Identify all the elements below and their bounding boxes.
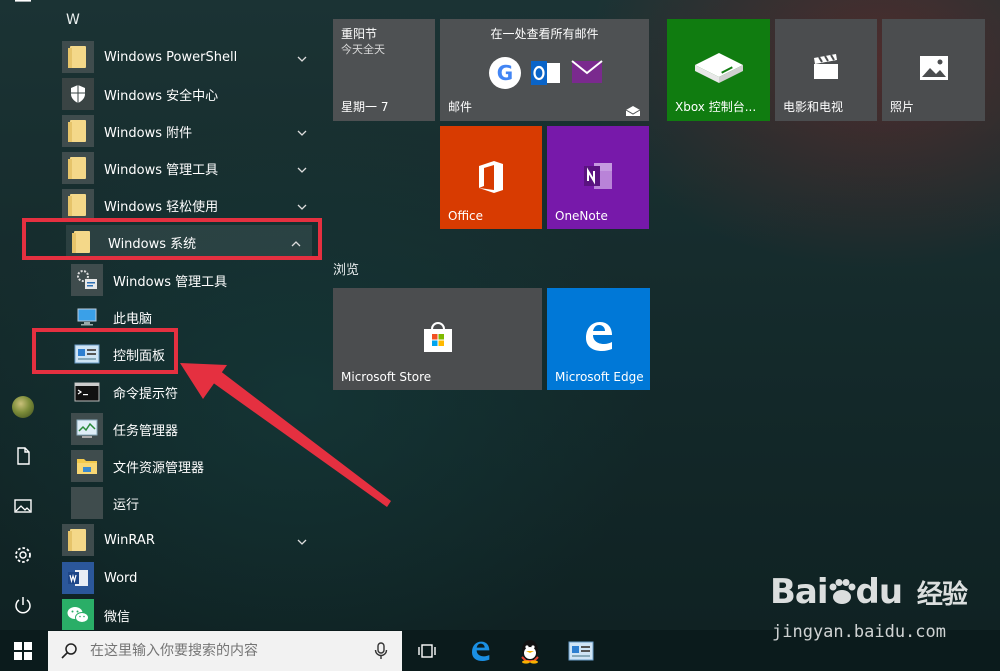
xbox-label: Xbox 控制台...	[675, 100, 757, 114]
outlook-icon	[531, 57, 561, 89]
app-windows-powershell[interactable]: Windows PowerShell	[62, 40, 328, 74]
app-windows-admin-tools[interactable]: Windows 管理工具	[62, 151, 328, 185]
start-button[interactable]	[0, 630, 46, 671]
tile-movies-tv[interactable]: 电影和电视	[775, 19, 877, 121]
app-windows-accessories[interactable]: Windows 附件	[62, 114, 328, 148]
tile-calendar[interactable]: 重阳节 今天全天 星期一 7	[333, 19, 435, 121]
wechat-icon	[67, 607, 89, 623]
microphone-icon[interactable]	[374, 642, 388, 660]
folder-icon	[68, 194, 86, 216]
qq-penguin-icon	[521, 640, 539, 664]
tile-xbox[interactable]: Xbox 控制台...	[667, 19, 770, 121]
office-label: Office	[448, 209, 484, 223]
folder-icon	[68, 120, 86, 142]
documents-button[interactable]	[8, 441, 38, 471]
photo-icon	[920, 56, 948, 80]
chevron-down-icon[interactable]	[296, 198, 308, 210]
power-icon	[15, 597, 31, 614]
task-view-icon	[418, 644, 436, 658]
watermark-brand-suffix: du	[855, 572, 904, 612]
chevron-down-icon[interactable]	[296, 124, 308, 136]
edge-label: Microsoft Edge	[555, 370, 644, 384]
baidu-paw-icon	[829, 579, 856, 604]
clapperboard-icon	[814, 54, 838, 79]
tile-photos[interactable]: 照片	[882, 19, 985, 121]
hamburger-menu-button[interactable]	[8, 0, 38, 16]
app-list: W Windows PowerShell Windows 安全中心 Window…	[46, 0, 328, 632]
app-windows-ease-of-access[interactable]: Windows 轻松使用	[62, 188, 328, 222]
photos-label: 照片	[890, 100, 915, 114]
movies-label: 电影和电视	[783, 100, 844, 114]
watermark-url: jingyan.baidu.com	[772, 622, 946, 642]
calendar-event-title: 重阳节	[341, 27, 378, 41]
mail-envelope-icon	[571, 58, 603, 86]
app-winrar[interactable]: WinRAR	[62, 523, 328, 557]
tile-onenote[interactable]: OneNote	[547, 126, 649, 229]
taskbar-control-panel-button[interactable]	[565, 635, 597, 667]
tile-office[interactable]: Office	[440, 126, 542, 229]
computer-icon	[77, 308, 97, 326]
taskbar-qq-button[interactable]	[514, 635, 546, 667]
hamburger-icon	[15, 0, 31, 2]
shield-icon	[71, 85, 85, 103]
edge-icon	[586, 322, 612, 351]
search-icon	[61, 643, 77, 659]
tile-mail[interactable]: 在一处查看所有邮件 G 邮件	[440, 19, 649, 121]
annotation-box-windows-system	[22, 218, 322, 260]
watermark-cn: 经验	[916, 580, 968, 610]
app-word[interactable]: Word	[62, 561, 328, 595]
file-explorer-icon	[77, 459, 97, 474]
document-icon	[17, 447, 30, 465]
avatar	[12, 396, 34, 418]
xbox-console-icon	[695, 53, 743, 83]
control-panel-icon	[568, 641, 594, 661]
store-bag-icon	[424, 322, 452, 352]
google-icon: G	[489, 57, 521, 89]
section-letter[interactable]: W	[66, 12, 80, 28]
taskbar-search-box[interactable]	[48, 631, 402, 671]
app-admin-tools-sub[interactable]: Windows 管理工具	[71, 263, 328, 297]
windows-logo-icon	[14, 641, 32, 660]
settings-button[interactable]	[8, 540, 38, 570]
calendar-day: 星期一 7	[341, 100, 389, 114]
edge-icon	[472, 641, 490, 661]
admin-tools-icon	[77, 270, 97, 289]
folder-icon	[68, 157, 86, 179]
mail-header: 在一处查看所有邮件	[490, 27, 599, 41]
pictures-button[interactable]	[8, 491, 38, 521]
onenote-label: OneNote	[555, 209, 608, 223]
tile-microsoft-edge[interactable]: Microsoft Edge	[547, 288, 650, 390]
task-manager-icon	[76, 419, 98, 438]
app-wechat[interactable]: 微信	[62, 598, 328, 632]
chevron-down-icon[interactable]	[296, 161, 308, 173]
chevron-down-icon[interactable]	[296, 50, 308, 62]
picture-icon	[14, 499, 32, 513]
word-icon	[68, 570, 88, 586]
baidu-jingyan-watermark: Bai du 经验 jingyan.baidu.com	[770, 562, 990, 662]
annotation-box-control-panel	[32, 328, 178, 374]
folder-icon	[68, 46, 86, 68]
gear-icon	[15, 547, 31, 563]
app-windows-security[interactable]: Windows 安全中心	[62, 77, 328, 111]
mail-small-icon	[625, 102, 641, 116]
user-avatar-button[interactable]	[8, 392, 38, 422]
mail-label: 邮件	[448, 100, 473, 114]
office-icon	[479, 161, 503, 193]
start-rail	[0, 0, 46, 630]
watermark-brand: Bai	[770, 572, 829, 612]
chevron-down-icon[interactable]	[296, 533, 308, 545]
power-button[interactable]	[8, 590, 38, 620]
search-input[interactable]	[88, 642, 362, 660]
taskbar-edge-button[interactable]	[464, 635, 496, 667]
group-title-browse[interactable]: 浏览	[333, 259, 359, 278]
calendar-event-time: 今天全天	[341, 43, 385, 56]
terminal-icon	[74, 382, 100, 402]
folder-icon	[68, 529, 86, 551]
task-view-button[interactable]	[411, 635, 443, 667]
annotation-arrow	[180, 363, 391, 507]
onenote-icon	[584, 163, 612, 189]
